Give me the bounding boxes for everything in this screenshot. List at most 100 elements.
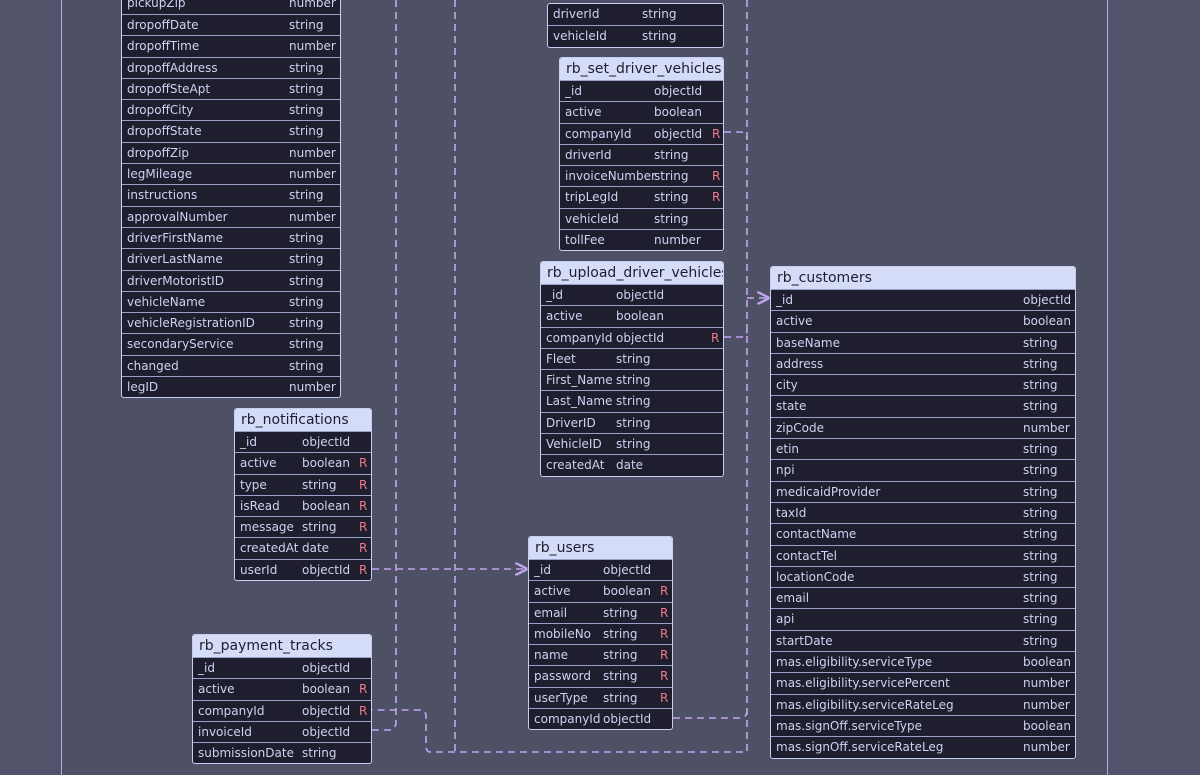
field-row[interactable]: vehicleName string: [122, 290, 340, 312]
field-row[interactable]: vehicleId string: [560, 207, 723, 229]
table-rb-trip-legs[interactable]: pickupZip number dropoffDate string dropoffT…: [121, 0, 341, 399]
field-row[interactable]: legMileage number: [122, 163, 340, 184]
field-row[interactable]: _id objectId: [529, 559, 672, 580]
field-row[interactable]: _id objectId: [235, 431, 371, 452]
field-row[interactable]: medicaidProvider string: [771, 480, 1075, 502]
field-row[interactable]: _id objectId: [193, 657, 371, 678]
field-row[interactable]: address string: [771, 352, 1075, 374]
field-row[interactable]: dropoffAddress string: [122, 56, 340, 78]
field-row[interactable]: approvalNumber number: [122, 205, 340, 227]
field-row[interactable]: contactTel string: [771, 544, 1075, 566]
field-row[interactable]: active boolean: [771, 310, 1075, 331]
table-rb-set-driver-vehicles[interactable]: rb_set_driver_vehicles _id objectId active b…: [559, 57, 724, 252]
field-row[interactable]: createdAt date R: [235, 537, 371, 558]
table-rb-payment-tracks[interactable]: rb_payment_tracks _id objectId active boolea…: [192, 634, 372, 765]
field-row[interactable]: message string R: [235, 516, 371, 537]
table-rb-customers[interactable]: rb_customers _id objectId active boolean base…: [770, 266, 1076, 759]
field-row[interactable]: Fleet string: [541, 347, 723, 369]
field-type: string: [1023, 612, 1058, 627]
field-row[interactable]: vehicleRegistrationID string: [122, 312, 340, 333]
field-type: string: [1023, 505, 1058, 520]
field-row[interactable]: tollFee number: [560, 229, 723, 250]
field-name: vehicleId: [553, 29, 607, 44]
field-row[interactable]: name string R: [529, 644, 672, 665]
field-row[interactable]: invoiceId objectId: [193, 720, 371, 742]
field-type: string: [1023, 399, 1058, 414]
field-type: string: [603, 690, 638, 705]
field-row[interactable]: driverMotoristID string: [122, 269, 340, 291]
field-row[interactable]: locationCode string: [771, 565, 1075, 587]
field-row[interactable]: zipCode number: [771, 416, 1075, 438]
field-row[interactable]: baseName string: [771, 331, 1075, 353]
field-row[interactable]: companyId objectId R: [560, 122, 723, 144]
field-row[interactable]: driverId string: [548, 4, 723, 25]
field-row[interactable]: mas.eligibility.serviceType boolean: [771, 651, 1075, 672]
field-row[interactable]: companyId objectId R: [541, 326, 723, 348]
field-row[interactable]: dropoffZip number: [122, 141, 340, 163]
field-row[interactable]: active boolean: [541, 305, 723, 326]
field-row[interactable]: type string R: [235, 473, 371, 495]
field-row[interactable]: mas.signOff.serviceType boolean: [771, 714, 1075, 736]
field-row[interactable]: driverFirstName string: [122, 226, 340, 248]
field-row[interactable]: driverLastName string: [122, 248, 340, 269]
field-row[interactable]: contactName string: [771, 523, 1075, 544]
field-row[interactable]: dropoffSteApt string: [122, 77, 340, 99]
field-row[interactable]: active boolean R: [193, 678, 371, 699]
table-rb-top-partial[interactable]: driverId string vehicleId string: [547, 3, 724, 48]
field-row[interactable]: active boolean R: [529, 580, 672, 601]
field-row[interactable]: taxId string: [771, 501, 1075, 523]
field-row[interactable]: tripLegId string R: [560, 186, 723, 207]
field-name: name: [534, 648, 569, 663]
field-row[interactable]: invoiceNumber string R: [560, 165, 723, 186]
field-row[interactable]: companyId objectId: [529, 708, 672, 729]
field-row[interactable]: DriverID string: [541, 411, 723, 433]
field-row[interactable]: mobileNo string R: [529, 622, 672, 644]
field-type: objectId: [1023, 293, 1072, 307]
field-row[interactable]: Last_Name string: [541, 390, 723, 411]
field-row[interactable]: First_Name string: [541, 369, 723, 390]
field-row[interactable]: secondaryService string: [122, 333, 340, 354]
field-row[interactable]: _id objectId: [560, 80, 723, 101]
field-row[interactable]: api string: [771, 608, 1075, 629]
field-row[interactable]: createdAt date: [541, 454, 723, 475]
field-type: string: [289, 252, 324, 267]
field-row[interactable]: companyId objectId R: [193, 699, 371, 721]
field-row[interactable]: userId objectId R: [235, 558, 371, 580]
field-row[interactable]: state string: [771, 395, 1075, 416]
table-rb-users[interactable]: rb_users _id objectId active boolean Remail st…: [528, 536, 673, 731]
field-row[interactable]: changed string: [122, 354, 340, 376]
field-row[interactable]: mas.eligibility.servicePercent number: [771, 672, 1075, 693]
field-row[interactable]: npi string: [771, 459, 1075, 480]
field-row[interactable]: VehicleID string: [541, 433, 723, 454]
field-row[interactable]: email string R: [529, 601, 672, 623]
field-row[interactable]: mas.signOff.serviceRateLeg number: [771, 736, 1075, 757]
field-row[interactable]: legID number: [122, 376, 340, 397]
field-row[interactable]: dropoffState string: [122, 120, 340, 141]
field-type: boolean: [1023, 314, 1071, 329]
field-row[interactable]: _id objectId: [541, 284, 723, 305]
field-row[interactable]: vehicleId string: [548, 25, 723, 46]
field-row[interactable]: isRead boolean R: [235, 494, 371, 516]
field-type: string: [654, 190, 689, 205]
field-row[interactable]: dropoffDate string: [122, 14, 340, 35]
field-row[interactable]: dropoffCity string: [122, 99, 340, 120]
field-row[interactable]: instructions string: [122, 184, 340, 205]
field-row[interactable]: submissionDate string: [193, 742, 371, 763]
field-row[interactable]: userType string R: [529, 686, 672, 708]
table-rb-upload-driver-vehicles[interactable]: rb_upload_driver_vehicles _id objectId acti…: [540, 261, 724, 477]
field-row[interactable]: _id objectId: [771, 289, 1075, 310]
field-row[interactable]: pickupZip number: [122, 0, 340, 14]
field-row[interactable]: startDate string: [771, 629, 1075, 651]
field-row[interactable]: active boolean R: [235, 452, 371, 473]
field-row[interactable]: active boolean: [560, 101, 723, 122]
field-row[interactable]: etin string: [771, 438, 1075, 459]
field-row[interactable]: driverId string: [560, 143, 723, 165]
field-row[interactable]: city string: [771, 374, 1075, 395]
field-row[interactable]: mas.eligibility.serviceRateLeg number: [771, 693, 1075, 715]
field-row[interactable]: password string R: [529, 665, 672, 686]
field-type: string: [289, 273, 324, 288]
table-rb-notifications[interactable]: rb_notifications _id objectId active boolean…: [234, 408, 372, 582]
field-type: string: [1023, 378, 1058, 393]
field-row[interactable]: email string: [771, 587, 1075, 608]
field-row[interactable]: dropoffTime number: [122, 35, 340, 56]
